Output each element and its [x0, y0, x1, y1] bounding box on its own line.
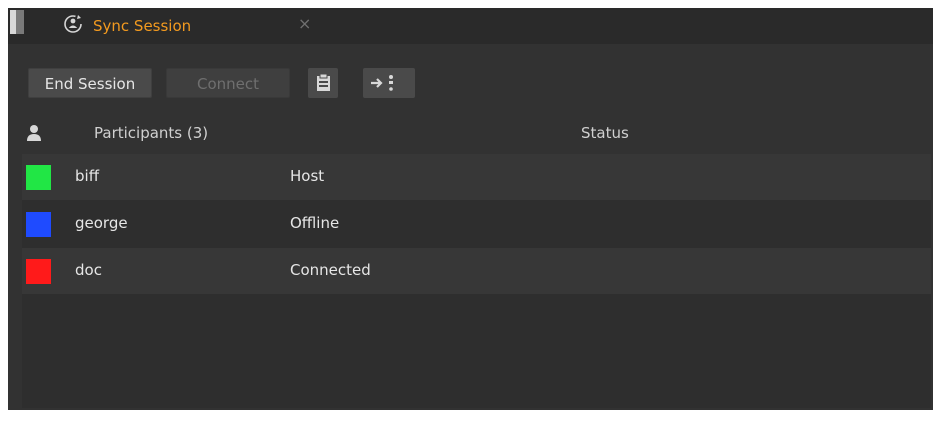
pane-handle[interactable] — [10, 10, 24, 34]
participant-name: george — [75, 214, 128, 232]
participant-color-swatch — [26, 259, 51, 284]
participants-column-header[interactable]: Participants (3) — [94, 124, 208, 142]
table-header: Participants (3) Status — [8, 118, 933, 150]
participant-status: Connected — [290, 261, 371, 279]
clipboard-icon — [317, 73, 330, 91]
participant-status: Offline — [290, 214, 340, 232]
person-icon — [27, 125, 41, 141]
table-row[interactable]: biff Host — [22, 154, 931, 200]
sync-session-icon — [64, 15, 82, 33]
connect-button[interactable]: Connect — [166, 68, 290, 98]
follow-participant-button[interactable] — [363, 68, 415, 98]
close-icon[interactable]: × — [298, 14, 311, 33]
follow-participant-icon — [371, 75, 393, 91]
participant-name: doc — [75, 261, 102, 279]
table-row[interactable]: george Offline — [22, 201, 931, 247]
participants-table: biff Host george Offline doc Connected — [22, 154, 931, 408]
tab-sync-session[interactable]: Sync Session × — [42, 8, 332, 44]
table-row[interactable]: doc Connected — [22, 248, 931, 294]
participant-color-swatch — [26, 212, 51, 237]
tab-bar: Sync Session × — [8, 8, 933, 44]
end-session-button[interactable]: End Session — [28, 68, 152, 98]
participant-status: Host — [290, 167, 325, 185]
sync-session-panel: Sync Session × End Session Connect Parti… — [8, 8, 933, 410]
tab-title: Sync Session — [93, 17, 192, 35]
participant-name: biff — [75, 167, 100, 185]
participant-color-swatch — [26, 165, 51, 190]
status-column-header[interactable]: Status — [581, 124, 629, 142]
clipboard-button[interactable] — [308, 68, 338, 98]
